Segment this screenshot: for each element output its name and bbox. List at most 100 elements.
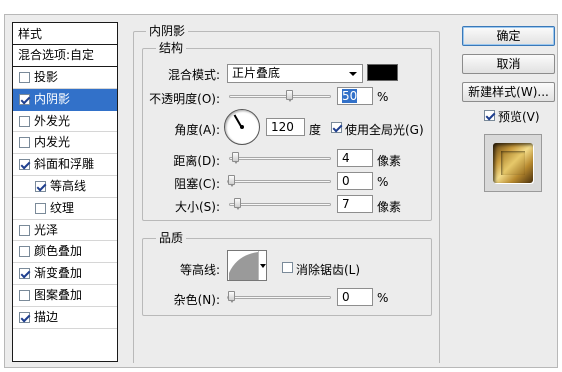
noise-unit: % — [377, 291, 389, 305]
size-value: 7 — [342, 197, 350, 211]
style-item[interactable]: 图案叠加 — [13, 285, 117, 307]
ok-button[interactable]: 确定 — [462, 26, 555, 46]
choke-slider-thumb[interactable] — [228, 175, 235, 187]
choke-slider[interactable] — [227, 175, 331, 187]
style-item[interactable]: 内发光 — [13, 132, 117, 155]
anti-alias-label[interactable]: 消除锯齿(L) — [296, 261, 360, 278]
global-light-label[interactable]: 使用全局光(G) — [345, 121, 424, 138]
choke-label: 阻塞(C): — [174, 177, 220, 191]
contour-picker[interactable] — [227, 250, 267, 281]
distance-unit: 像素 — [377, 154, 402, 168]
style-item-checkbox[interactable] — [19, 246, 30, 258]
style-preview-swatch — [493, 143, 533, 183]
angle-label: 角度(A): — [174, 123, 220, 137]
distance-slider[interactable] — [229, 152, 331, 164]
style-item-checkbox[interactable] — [19, 224, 30, 236]
quality-title: 品质 — [156, 231, 187, 245]
style-item-checkbox[interactable] — [19, 159, 30, 171]
noise-slider[interactable] — [227, 291, 331, 303]
styles-list-title: 样式 — [13, 23, 117, 45]
opacity-slider[interactable] — [229, 90, 331, 102]
size-field[interactable]: 7 — [337, 195, 373, 213]
shadow-color-swatch[interactable] — [367, 64, 398, 81]
style-item-checkbox[interactable] — [19, 72, 30, 83]
style-preview-thumbnail — [484, 134, 542, 192]
angle-field[interactable]: 120 — [266, 118, 305, 136]
distance-field[interactable]: 4 — [337, 149, 373, 167]
noise-label: 杂色(N): — [173, 293, 220, 307]
style-item-label: 光泽 — [34, 222, 59, 237]
size-slider-thumb[interactable] — [234, 198, 241, 210]
style-item-label: 纹理 — [50, 200, 75, 215]
style-item[interactable]: 投影 — [13, 67, 117, 89]
size-unit: 像素 — [377, 200, 402, 214]
style-item[interactable]: 颜色叠加 — [13, 241, 117, 264]
style-item-label: 描边 — [34, 309, 59, 324]
style-item[interactable]: 渐变叠加 — [13, 263, 117, 285]
global-light-checkbox[interactable] — [331, 122, 342, 133]
noise-slider-thumb[interactable] — [228, 291, 235, 303]
size-slider[interactable] — [229, 198, 331, 210]
contour-curve-icon — [229, 252, 258, 280]
opacity-field[interactable]: 50 — [337, 87, 373, 105]
style-item-label: 颜色叠加 — [34, 244, 83, 259]
style-item[interactable]: 斜面和浮雕 — [13, 154, 117, 176]
opacity-label: 不透明度(O): — [149, 92, 220, 106]
angle-dial[interactable] — [224, 109, 260, 145]
style-item-label: 等高线 — [50, 178, 87, 193]
noise-field[interactable]: 0 — [337, 288, 373, 306]
style-item-label: 渐变叠加 — [34, 266, 83, 281]
style-item-checkbox[interactable] — [19, 268, 30, 280]
cancel-button[interactable]: 取消 — [462, 54, 555, 74]
opacity-unit: % — [377, 90, 389, 104]
preview-checkbox[interactable] — [484, 110, 495, 121]
style-item[interactable]: 描边 — [13, 307, 117, 329]
distance-slider-thumb[interactable] — [232, 152, 239, 164]
noise-value: 0 — [342, 290, 350, 304]
size-label: 大小(S): — [174, 200, 220, 214]
style-item-label: 图案叠加 — [34, 287, 83, 302]
style-item-checkbox[interactable] — [19, 311, 30, 323]
chevron-down-icon — [349, 72, 357, 76]
style-item-checkbox[interactable] — [19, 93, 30, 105]
structure-title: 结构 — [156, 41, 187, 55]
style-item-checkbox[interactable] — [19, 115, 30, 127]
preview-label[interactable]: 预览(V) — [498, 108, 540, 125]
style-item-checkbox[interactable] — [35, 180, 46, 192]
style-item-label: 内阴影 — [34, 91, 71, 106]
new-style-button[interactable]: 新建样式(W)... — [462, 82, 555, 102]
style-item-label: 内发光 — [34, 135, 71, 150]
angle-value: 120 — [271, 120, 294, 134]
distance-label: 距离(D): — [173, 154, 220, 168]
chevron-down-icon — [260, 264, 266, 268]
blend-options-item[interactable]: 混合选项:自定 — [13, 45, 117, 67]
styles-list: 样式 混合选项:自定 投影内阴影外发光内发光斜面和浮雕等高线纹理光泽颜色叠加渐变… — [12, 22, 118, 362]
blend-mode-select[interactable]: 正片叠底 — [227, 64, 363, 83]
style-item-label: 斜面和浮雕 — [34, 157, 95, 172]
style-item[interactable]: 等高线 — [13, 176, 117, 198]
choke-field[interactable]: 0 — [337, 172, 373, 190]
opacity-value: 50 — [342, 89, 358, 103]
anti-alias-checkbox[interactable] — [282, 262, 293, 273]
opacity-slider-thumb[interactable] — [286, 90, 293, 102]
style-item-label: 外发光 — [34, 113, 71, 128]
blend-mode-label: 混合模式: — [167, 68, 220, 82]
style-item-checkbox[interactable] — [19, 137, 30, 149]
contour-label: 等高线: — [179, 263, 220, 277]
contour-divider — [258, 251, 259, 280]
blend-mode-value: 正片叠底 — [232, 66, 281, 80]
style-item[interactable]: 纹理 — [13, 198, 117, 220]
distance-value: 4 — [342, 151, 350, 165]
style-item[interactable]: 光泽 — [13, 220, 117, 242]
choke-value: 0 — [342, 174, 350, 188]
style-item[interactable]: 外发光 — [13, 111, 117, 133]
choke-unit: % — [377, 175, 389, 189]
inner-shadow-title: 内阴影 — [146, 24, 189, 38]
style-preview-inner — [501, 151, 525, 175]
angle-unit: 度 — [309, 123, 322, 137]
style-item-label: 投影 — [34, 70, 59, 84]
style-item-checkbox[interactable] — [19, 289, 30, 301]
style-item-checkbox[interactable] — [35, 202, 46, 214]
style-item[interactable]: 内阴影 — [13, 88, 117, 111]
angle-dial-center — [240, 125, 244, 129]
